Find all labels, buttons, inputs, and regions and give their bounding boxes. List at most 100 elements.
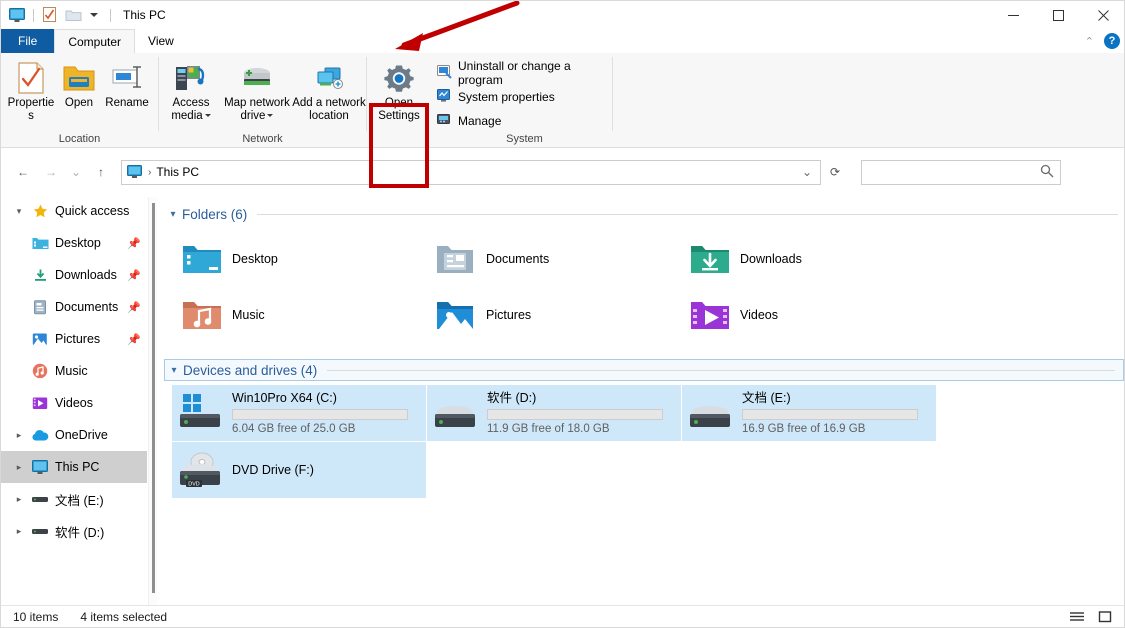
tab-computer[interactable]: Computer	[54, 29, 135, 53]
drive-info: 文档 (E:) 16.9 GB free of 16.9 GB	[742, 391, 927, 435]
tab-file[interactable]: File	[1, 29, 54, 53]
folder-item-documents[interactable]: Documents	[426, 231, 680, 287]
sidebar-item-onedrive[interactable]: ▸ OneDrive	[1, 419, 147, 451]
open-button[interactable]: Open	[57, 57, 101, 125]
folders-section-header[interactable]: ▾ Folders (6)	[164, 203, 1125, 225]
system-properties-item[interactable]: System properties	[433, 87, 612, 106]
properties-icon[interactable]	[41, 6, 59, 24]
drive-label: 文档 (E:)	[742, 391, 927, 406]
details-view-icon[interactable]	[1066, 608, 1088, 626]
folder-label: Desktop	[232, 252, 278, 266]
pin-icon[interactable]: 📌	[127, 301, 141, 314]
drive-free-text: 16.9 GB free of 16.9 GB	[742, 423, 927, 435]
recent-locations-button[interactable]: ⌄	[65, 157, 87, 187]
sidebar-item-label: Pictures	[55, 332, 100, 346]
map-network-drive-button[interactable]: Map network drive	[221, 57, 293, 125]
drive-info: 软件 (D:) 11.9 GB free of 18.0 GB	[487, 391, 672, 435]
properties-button[interactable]: Properties	[5, 57, 57, 125]
drive-info: Win10Pro X64 (C:) 6.04 GB free of 25.0 G…	[232, 391, 417, 435]
search-icon[interactable]	[1040, 164, 1054, 181]
refresh-button[interactable]: ⟳	[821, 160, 849, 185]
breadcrumb-item-this-pc[interactable]: This PC	[156, 165, 199, 179]
scrollbar-thumb[interactable]	[152, 203, 155, 593]
sidebar-item-quick-access[interactable]: ▾ Quick access	[1, 195, 147, 227]
drives-section-title: Devices and drives (4)	[183, 363, 317, 378]
add-network-location-button[interactable]: Add a network location	[293, 57, 365, 125]
large-icons-view-icon[interactable]	[1094, 608, 1116, 626]
search-box[interactable]	[861, 160, 1061, 185]
tab-view[interactable]: View	[135, 29, 187, 53]
map-network-drive-text: Map network drive	[224, 97, 290, 122]
this-pc-icon[interactable]	[8, 6, 26, 24]
drive-item-d[interactable]: 软件 (D:) 11.9 GB free of 18.0 GB	[427, 385, 681, 441]
minimize-button[interactable]	[991, 1, 1036, 29]
access-media-button[interactable]: Access media	[161, 57, 221, 125]
drive-item-c[interactable]: Win10Pro X64 (C:) 6.04 GB free of 25.0 G…	[172, 385, 426, 441]
pin-icon[interactable]: 📌	[127, 333, 141, 346]
drive-label: DVD Drive (F:)	[232, 463, 417, 478]
manage-item[interactable]: Manage	[433, 111, 612, 130]
folder-label: Downloads	[740, 252, 802, 266]
drive-item-f[interactable]: DVD DVD Drive (F:)	[172, 442, 426, 498]
svg-text:DVD: DVD	[188, 482, 199, 488]
folder-item-pictures[interactable]: Pictures	[426, 287, 680, 343]
onedrive-cloud-icon	[29, 429, 51, 442]
maximize-button[interactable]	[1036, 1, 1081, 29]
chevron-right-icon[interactable]: ▸	[9, 494, 29, 505]
pin-icon[interactable]: 📌	[127, 269, 141, 282]
downloads-folder-icon	[684, 242, 736, 276]
drive-item-e[interactable]: 文档 (E:) 16.9 GB free of 16.9 GB	[682, 385, 936, 441]
qat-dropdown-icon[interactable]	[90, 13, 98, 17]
ribbon-collapse-icon[interactable]: ⌃	[1085, 35, 1094, 48]
back-button[interactable]: ←	[9, 157, 37, 187]
chevron-down-icon[interactable]: ▾	[165, 365, 183, 376]
folder-item-videos[interactable]: Videos	[680, 287, 934, 343]
chevron-right-icon[interactable]: ▸	[9, 462, 29, 473]
uninstall-program-item[interactable]: Uninstall or change a program	[433, 63, 612, 82]
folder-item-downloads[interactable]: Downloads	[680, 231, 934, 287]
folder-item-desktop[interactable]: Desktop	[172, 231, 426, 287]
drives-section-header[interactable]: ▾ Devices and drives (4)	[164, 359, 1124, 381]
ribbon-group-system-label: System	[367, 131, 612, 147]
sidebar-item-videos[interactable]: Videos	[1, 387, 147, 419]
sidebar-item-documents[interactable]: Documents 📌	[1, 291, 147, 323]
sidebar-item-pictures[interactable]: Pictures 📌	[1, 323, 147, 355]
sidebar-item-desktop[interactable]: Desktop 📌	[1, 227, 147, 259]
help-button[interactable]: ?	[1104, 33, 1120, 49]
up-button[interactable]: ↑	[87, 157, 115, 187]
rename-button[interactable]: Rename	[101, 57, 153, 125]
chevron-down-icon[interactable]: ▾	[164, 209, 182, 220]
sidebar-item-this-pc[interactable]: ▸ This PC	[1, 451, 147, 483]
sidebar-item-label: This PC	[55, 460, 99, 474]
address-dropdown-icon[interactable]: ⌄	[794, 161, 820, 184]
forward-button[interactable]: →	[37, 157, 65, 187]
sidebar-item-drive-e[interactable]: ▸ 文档 (E:)	[1, 483, 147, 515]
chevron-down-icon[interactable]: ▾	[9, 206, 29, 217]
drive-icon	[29, 494, 51, 504]
folder-item-music[interactable]: Music	[172, 287, 426, 343]
pin-icon[interactable]: 📌	[127, 237, 141, 250]
star-icon	[29, 204, 51, 219]
ribbon-group-location: Properties Open	[1, 53, 158, 147]
chevron-right-icon[interactable]: ▸	[9, 430, 29, 441]
ribbon-tab-strip: File Computer View ⌃ ?	[1, 29, 1125, 53]
chevron-right-icon[interactable]: ▸	[9, 526, 29, 537]
sidebar-item-drive-d[interactable]: ▸ 软件 (D:)	[1, 515, 147, 547]
chevron-down-icon[interactable]	[267, 114, 273, 117]
breadcrumb[interactable]: › This PC	[127, 165, 199, 179]
search-input[interactable]	[868, 164, 1040, 180]
navigation-pane-scrollbar[interactable]	[148, 197, 157, 605]
chevron-down-icon[interactable]	[205, 114, 211, 117]
folders-section-title: Folders (6)	[182, 207, 247, 222]
sidebar-item-label: OneDrive	[55, 428, 108, 442]
drive-usage-bar	[487, 409, 663, 420]
sidebar-item-downloads[interactable]: Downloads 📌	[1, 259, 147, 291]
sidebar-item-music[interactable]: Music	[1, 355, 147, 387]
uninstall-program-icon	[437, 64, 452, 82]
section-rule	[327, 370, 1115, 371]
address-field[interactable]: › This PC ⌄	[121, 160, 821, 185]
open-settings-button[interactable]: Open Settings	[371, 57, 427, 125]
close-button[interactable]	[1081, 1, 1125, 29]
item-count-label: 10 items	[13, 610, 58, 624]
folder-icon[interactable]	[64, 6, 82, 24]
